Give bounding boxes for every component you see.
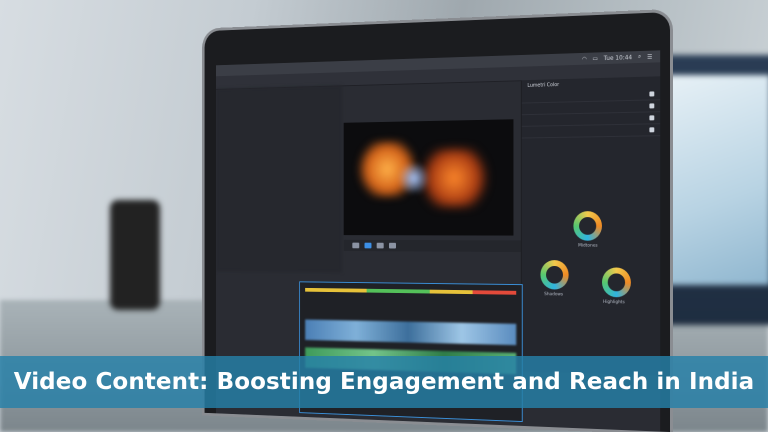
battery-icon: ▭ — [593, 55, 598, 62]
step-forward-icon — [377, 243, 384, 249]
video-track — [305, 319, 516, 345]
caption-banner: Video Content: Boosting Engagement and R… — [0, 356, 768, 408]
menubar-clock: Tue 10:44 — [604, 54, 632, 62]
highlights-wheel — [602, 267, 631, 297]
panel-row — [522, 124, 660, 138]
step-back-icon — [352, 243, 359, 249]
project-panel — [216, 85, 342, 272]
checkbox-icon — [649, 103, 654, 108]
background-speaker — [110, 200, 160, 310]
caption-title: Video Content: Boosting Engagement and R… — [14, 369, 755, 395]
play-icon — [364, 243, 371, 249]
shadows-label: Shadows — [544, 292, 563, 297]
highlights-label: Highlights — [603, 300, 625, 305]
search-icon: ⌕ — [638, 53, 641, 61]
playback-controls — [344, 240, 523, 252]
photo-scene: ◠ ▭ Tue 10:44 ⌕ ☰ Lumetri Color Midtones… — [0, 0, 768, 432]
checkbox-icon — [649, 127, 654, 132]
loop-icon — [389, 243, 396, 249]
video-preview — [344, 119, 514, 235]
checkbox-icon — [649, 115, 654, 120]
wifi-icon: ◠ — [582, 55, 587, 62]
midtones-label: Midtones — [578, 244, 598, 249]
timeline-color-bar — [305, 288, 516, 295]
shadows-wheel — [540, 260, 568, 290]
color-panel: Lumetri Color Midtones Shadows Highlight… — [521, 76, 660, 375]
menu-icon: ☰ — [647, 53, 652, 60]
preview-light-3 — [396, 164, 432, 193]
midtones-wheel — [573, 211, 602, 241]
checkbox-icon — [649, 91, 654, 96]
